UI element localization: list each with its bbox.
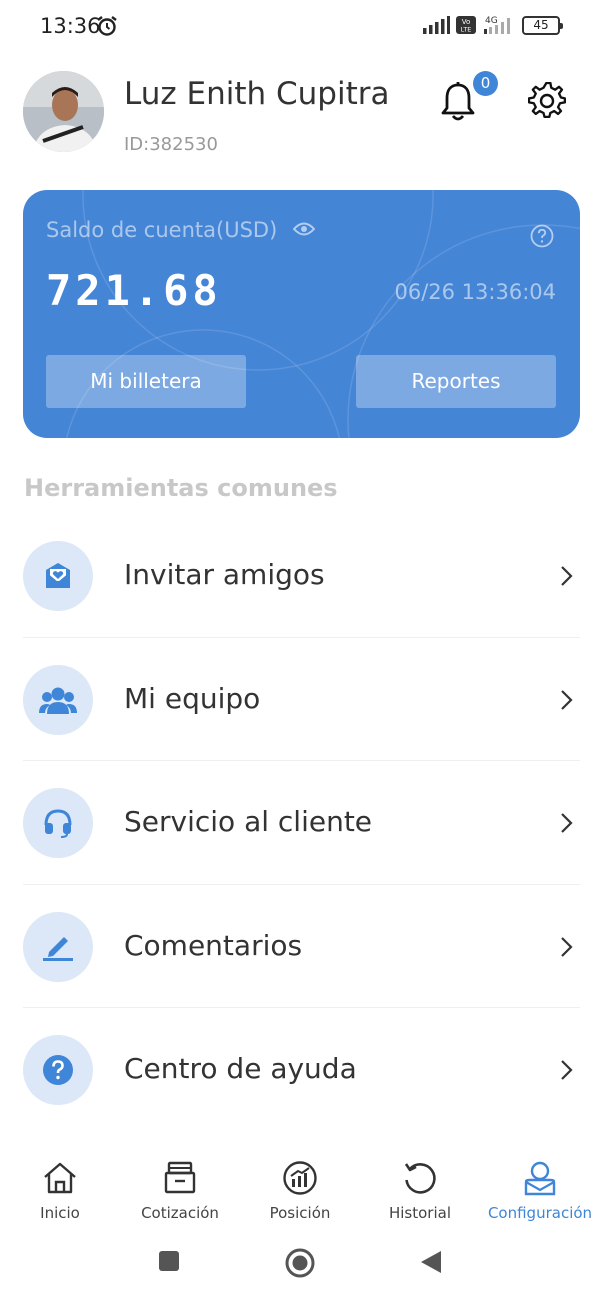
bottom-nav: Inicio Cotización Posición Historial Con… <box>0 1150 600 1230</box>
back-button[interactable] <box>420 1250 442 1274</box>
menu-item-label: Mi equipo <box>124 681 261 715</box>
nav-history[interactable]: Historial <box>360 1150 480 1230</box>
chevron-right-icon <box>561 566 573 586</box>
chevron-right-icon <box>561 813 573 833</box>
volte-icon: Vo LTE <box>456 16 476 34</box>
headset-icon <box>23 788 93 858</box>
notifications-button[interactable] <box>438 80 478 124</box>
menu-item-comments[interactable]: Comentarios <box>23 885 580 1008</box>
volte-text-2: LTE <box>461 26 472 34</box>
question-icon <box>23 1035 93 1105</box>
balance-amount: 721.68 <box>46 266 222 315</box>
gear-icon <box>527 81 567 119</box>
menu-item-label: Centro de ayuda <box>124 1052 357 1085</box>
chevron-right-icon <box>561 936 573 957</box>
nav-quote[interactable]: Cotización <box>120 1150 240 1230</box>
user-name: Luz Enith Cupitra <box>124 76 390 112</box>
system-nav <box>0 1240 600 1290</box>
recents-button[interactable] <box>158 1250 180 1272</box>
menu-item-customer-service[interactable]: Servicio al cliente <box>23 761 580 885</box>
avatar[interactable] <box>23 71 104 152</box>
section-title: Herramientas comunes <box>24 474 338 502</box>
nav-label: Posición <box>269 1204 331 1222</box>
menu-item-my-team[interactable]: Mi equipo <box>23 638 580 761</box>
team-icon <box>23 664 93 735</box>
home-button[interactable] <box>285 1248 315 1278</box>
balance-timestamp: 06/26 13:36:04 <box>394 280 556 304</box>
avatar-image <box>23 71 104 152</box>
help-circle-icon[interactable] <box>530 224 554 248</box>
nav-label: Cotización <box>141 1204 219 1222</box>
settings-button[interactable] <box>527 81 567 120</box>
eye-icon[interactable] <box>293 221 315 237</box>
quote-icon <box>160 1158 200 1198</box>
chevron-right-icon <box>561 1060 573 1080</box>
bell-icon <box>441 82 475 121</box>
invite-icon <box>23 541 93 611</box>
menu-item-label: Invitar amigos <box>124 558 325 591</box>
tools-list: Invitar amigos Mi equipo Servicio al cli… <box>23 514 580 1132</box>
nav-label: Configuración <box>487 1204 593 1222</box>
history-icon <box>400 1158 440 1198</box>
nav-settings[interactable]: Configuración <box>480 1150 600 1230</box>
nav-label: Historial <box>388 1204 451 1222</box>
profile-icon <box>520 1158 560 1198</box>
notification-badge: 0 <box>473 71 498 96</box>
menu-item-help-center[interactable]: Centro de ayuda <box>23 1008 580 1132</box>
reports-button[interactable]: Reportes <box>356 355 556 408</box>
status-bar: 13:36 Vo LTE 4G 45 <box>0 0 600 56</box>
balance-label: Saldo de cuenta(USD) <box>46 218 278 242</box>
status-time: 13:36 <box>40 14 101 38</box>
chevron-right-icon <box>561 689 573 710</box>
wallet-button[interactable]: Mi billetera <box>46 355 246 408</box>
position-icon <box>280 1158 320 1198</box>
balance-card: Saldo de cuenta(USD) 721.68 06/26 13:36:… <box>23 190 580 438</box>
menu-item-label: Servicio al cliente <box>124 805 373 838</box>
nav-home[interactable]: Inicio <box>0 1150 120 1230</box>
nav-label: Inicio <box>40 1204 80 1222</box>
status-icons: Vo LTE 4G 45 <box>422 15 563 35</box>
signal-icon <box>423 16 450 34</box>
signal-4g-icon: 4G <box>484 16 510 34</box>
user-id: ID:382530 <box>124 134 218 155</box>
nav-position[interactable]: Posición <box>240 1150 360 1230</box>
alarm-icon <box>97 16 117 36</box>
menu-item-invite-friends[interactable]: Invitar amigos <box>23 514 580 638</box>
pencil-icon <box>23 911 93 982</box>
battery-indicator: 45 <box>522 15 563 35</box>
network-type-text: 4G <box>485 16 498 26</box>
menu-item-label: Comentarios <box>124 928 303 962</box>
home-icon <box>40 1158 80 1198</box>
